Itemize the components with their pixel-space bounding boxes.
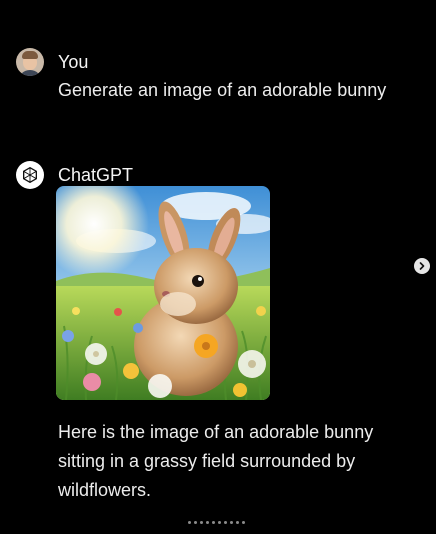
page-dot [242,521,245,524]
chevron-right-icon [419,262,425,270]
page-dot [200,521,203,524]
openai-logo-icon [16,161,44,189]
page-dot [188,521,191,524]
page-dot [194,521,197,524]
user-avatar [16,48,44,76]
user-message-header: You [16,48,88,76]
page-dot [212,521,215,524]
assistant-message-header: ChatGPT [16,161,133,189]
generated-bunny-image[interactable] [56,186,270,400]
page-dot [224,521,227,524]
assistant-name: ChatGPT [58,164,134,185]
page-dot [230,521,233,524]
carousel-page-dots [188,521,245,524]
page-dot [236,521,239,524]
user-message-text: Generate an image of an adorable bunny [58,80,387,100]
assistant-message-text: Here is the image of an adorable bunny s… [58,422,374,500]
user-name: You [58,51,89,72]
page-dot [206,521,209,524]
page-dot [218,521,221,524]
carousel-next-button[interactable] [414,258,430,274]
